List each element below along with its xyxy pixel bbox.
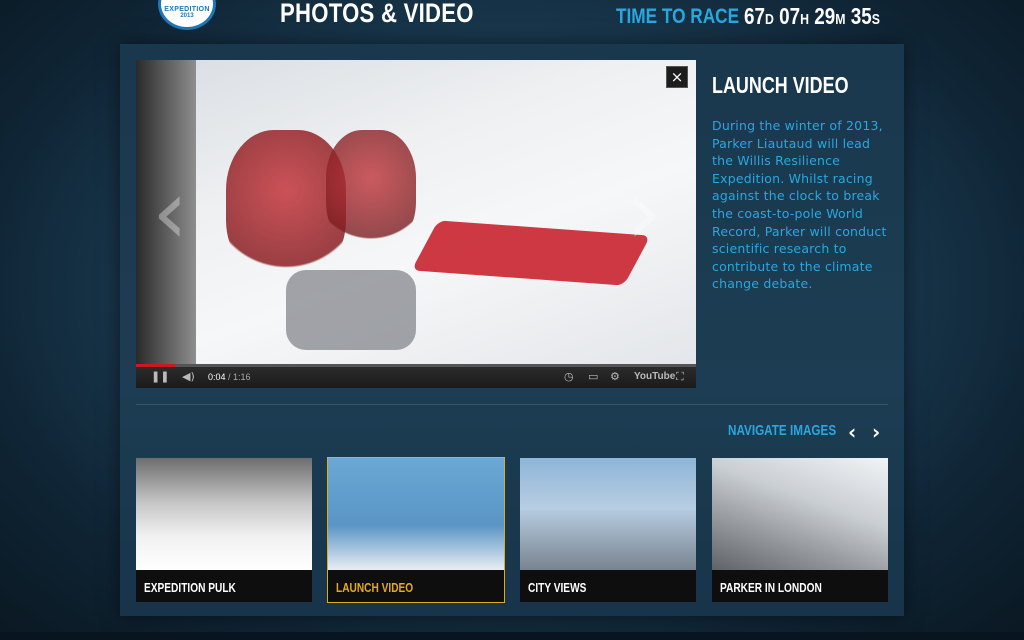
video-description: During the winter of 2013, Parker Liauta… xyxy=(712,118,887,292)
thumbnail-caption: LAUNCH VIDEO xyxy=(336,580,414,595)
section-divider xyxy=(136,404,888,405)
video-prev-arrow-icon[interactable]: ‹ xyxy=(152,160,188,265)
time-to-race-label: TIME TO RACE xyxy=(616,5,740,28)
countdown-hours: 07 xyxy=(779,3,801,29)
page-title: PHOTOS & VIDEO xyxy=(280,0,474,28)
video-frame[interactable]: ‹ › xyxy=(136,60,696,366)
logo-year: 2013 xyxy=(180,13,194,19)
logo-text: EXPEDITION xyxy=(164,6,210,13)
media-panel: ‹ › × ❚❚ ◀) 0:04 / 1:16 ◷ ▭ ⚙ YouTube ⛶ … xyxy=(120,44,904,616)
volume-icon[interactable]: ◀) xyxy=(182,370,195,383)
video-controls: ❚❚ ◀) 0:04 / 1:16 ◷ ▭ ⚙ YouTube ⛶ xyxy=(136,367,696,388)
settings-gear-icon[interactable]: ⚙ xyxy=(610,370,620,383)
thumbnail-caption: CITY VIEWS xyxy=(528,580,587,595)
prev-image-icon[interactable]: ‹ xyxy=(848,420,856,444)
watch-later-icon[interactable]: ◷ xyxy=(564,370,574,383)
next-image-icon[interactable]: › xyxy=(872,420,880,444)
thumbnail-image xyxy=(520,458,696,570)
captions-icon[interactable]: ▭ xyxy=(588,370,598,383)
thumbnail-caption: PARKER IN LONDON xyxy=(720,580,822,595)
countdown-timer: 67D 07H 29M 35S xyxy=(744,3,880,29)
close-video-button[interactable]: × xyxy=(666,66,688,88)
thumbnail-caption-bar: CITY VIEWS xyxy=(520,570,696,602)
video-figure-legs xyxy=(286,270,416,350)
fullscreen-icon[interactable]: ⛶ xyxy=(676,370,684,384)
thumbnail-parker-in-london[interactable]: PARKER IN LONDON xyxy=(712,458,888,602)
video-title: LAUNCH VIDEO xyxy=(712,72,849,98)
video-current-time: 0:04 xyxy=(208,372,226,382)
video-duration: / 1:16 xyxy=(228,372,251,382)
youtube-logo[interactable]: YouTube xyxy=(634,371,675,382)
thumbnail-city-views[interactable]: CITY VIEWS xyxy=(520,458,696,602)
video-red-sled xyxy=(411,220,651,286)
countdown-minutes: 29 xyxy=(814,3,836,29)
video-next-arrow-icon[interactable]: › xyxy=(626,160,662,265)
thumbnail-caption-bar: EXPEDITION PULK xyxy=(136,570,312,602)
thumbnail-caption-bar: PARKER IN LONDON xyxy=(712,570,888,602)
thumbnail-launch-video[interactable]: LAUNCH VIDEO xyxy=(327,457,505,603)
thumbnail-image xyxy=(712,458,888,570)
thumbnail-caption: EXPEDITION PULK xyxy=(144,580,236,595)
countdown-days: 67 xyxy=(744,3,765,29)
thumbnail-expedition-pulk[interactable]: EXPEDITION PULK xyxy=(136,458,312,602)
pause-icon[interactable]: ❚❚ xyxy=(151,370,169,383)
thumbnail-image xyxy=(328,458,504,570)
thumbnail-caption-bar: LAUNCH VIDEO xyxy=(328,570,504,602)
footer-strip xyxy=(0,632,1024,640)
expedition-logo[interactable]: EXPEDITION 2013 xyxy=(158,0,216,30)
thumbnail-image xyxy=(136,458,312,570)
countdown-seconds: 35 xyxy=(850,3,872,29)
video-time: 0:04 / 1:16 xyxy=(208,372,251,382)
video-player[interactable]: ‹ › × ❚❚ ◀) 0:04 / 1:16 ◷ ▭ ⚙ YouTube ⛶ xyxy=(136,60,696,388)
video-figure-second xyxy=(326,130,416,250)
navigate-images-label: NAVIGATE IMAGES xyxy=(728,422,837,439)
